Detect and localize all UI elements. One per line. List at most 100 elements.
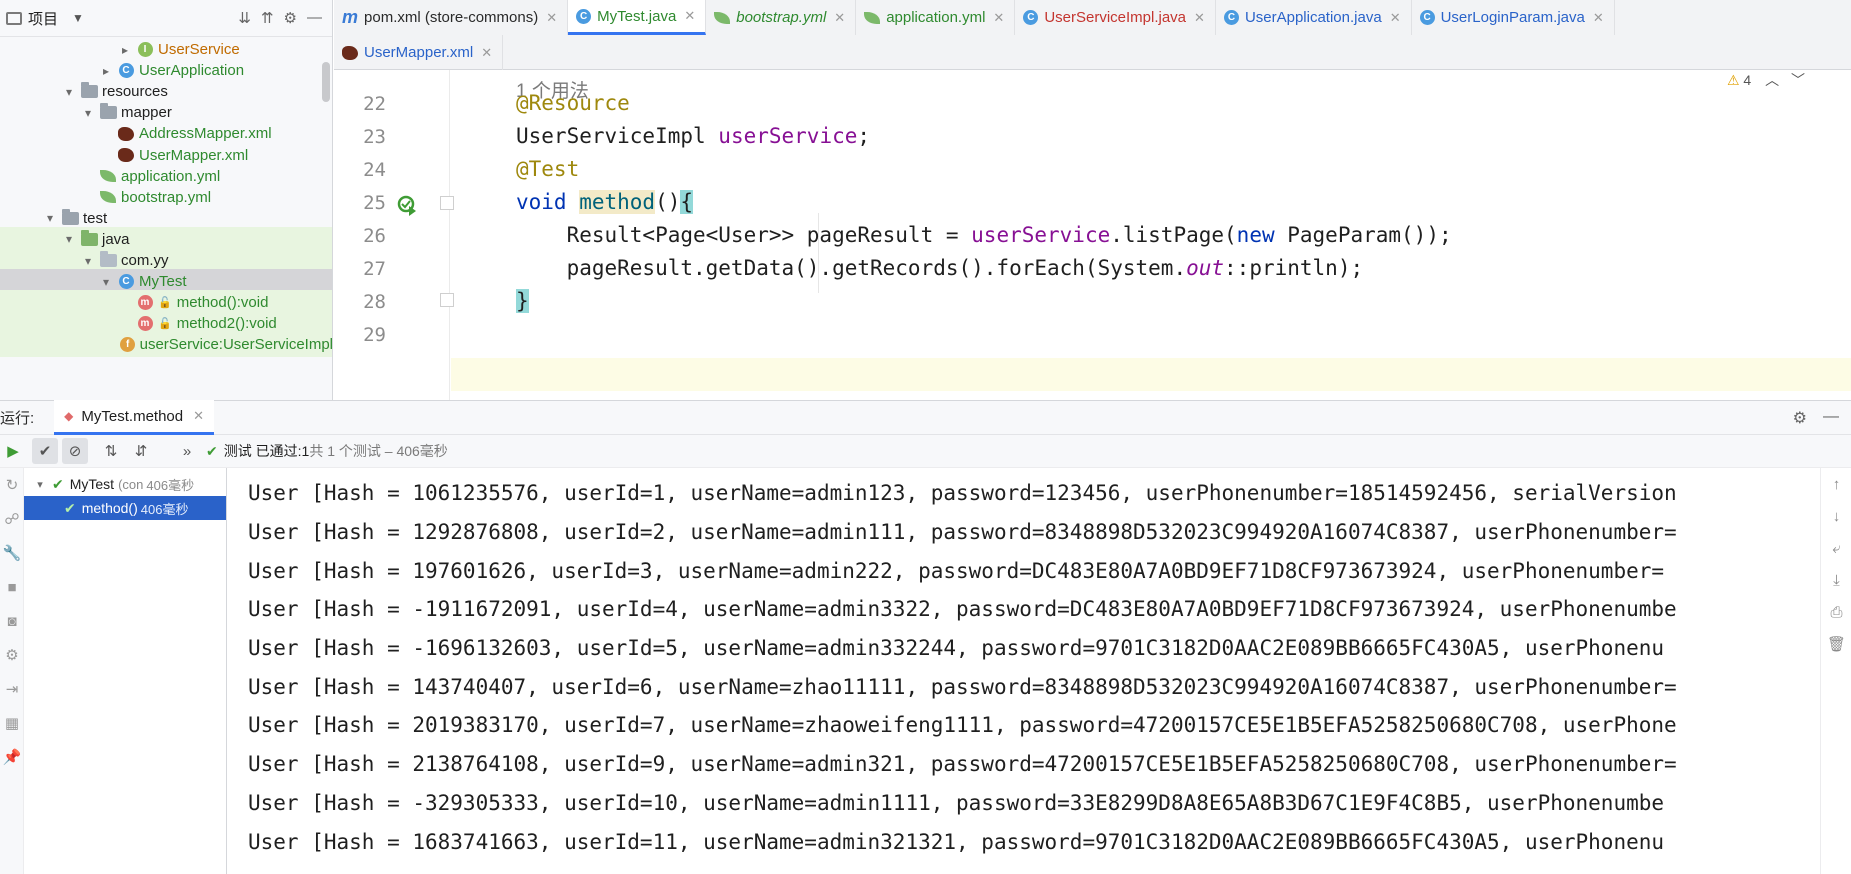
- chevron-down-icon[interactable]: ▼: [72, 11, 84, 25]
- show-passed-icon[interactable]: ✔: [32, 438, 58, 464]
- project-title[interactable]: 项目: [28, 8, 58, 29]
- layout-icon[interactable]: ▦: [0, 706, 24, 740]
- collapse-all-icon[interactable]: ⇈: [261, 9, 274, 27]
- camera-icon[interactable]: ◙: [0, 604, 24, 638]
- sort-alpha-icon[interactable]: ⇅: [98, 438, 124, 464]
- more-icon[interactable]: »: [174, 438, 200, 464]
- gear-icon[interactable]: ⚙: [1793, 408, 1807, 428]
- run-config-tab[interactable]: ◆ MyTest.method ✕: [54, 400, 215, 435]
- expand-arrow-icon[interactable]: ▾: [81, 106, 95, 120]
- trash-icon[interactable]: 🗑: [1821, 628, 1851, 660]
- editor-tab[interactable]: C UserLoginParam.java ✕: [1412, 0, 1615, 35]
- editor-tab[interactable]: UserMapper.xml ✕: [334, 35, 504, 70]
- editor-tab[interactable]: C UserApplication.java ✕: [1216, 0, 1412, 35]
- method-icon: m: [136, 316, 154, 332]
- folder-icon: [61, 208, 79, 226]
- gear-icon[interactable]: ⚙: [284, 9, 297, 27]
- editor-tab-label: UserApplication.java: [1244, 9, 1382, 26]
- expand-arrow-icon[interactable]: ▸: [118, 43, 132, 57]
- console-side-toolbar: ↑ ↓ ⤶ ⤓ ⎙ 🗑: [1820, 468, 1851, 874]
- print-icon[interactable]: ⎙: [1821, 596, 1851, 628]
- close-icon[interactable]: ✕: [1194, 10, 1205, 26]
- close-icon[interactable]: ✕: [1390, 10, 1401, 26]
- settings-icon[interactable]: ⚙: [0, 638, 24, 672]
- editor-tab[interactable]: C MyTest.java ✕: [568, 0, 707, 35]
- rerun-icon[interactable]: ▶: [0, 438, 26, 464]
- run-test-icon[interactable]: [396, 194, 418, 216]
- console-line: User [Hash = -329305333, userId=10, user…: [248, 790, 1665, 815]
- expand-arrow-icon[interactable]: ▾: [43, 211, 57, 225]
- arrow-down-icon[interactable]: ↓: [1821, 500, 1851, 532]
- method-icon: m: [136, 295, 154, 311]
- fold-marker[interactable]: [440, 293, 454, 307]
- test-tree-item[interactable]: ✔ method() 406毫秒: [24, 496, 226, 520]
- editor-tab[interactable]: m pom.xml (store-commons) ✕: [334, 0, 569, 35]
- tree-item-label: com.yy: [121, 252, 169, 269]
- project-header: 项目 ▼ ⇊ ⇈ ⚙ —: [0, 0, 332, 37]
- editor-tab[interactable]: application.yml ✕: [856, 0, 1016, 35]
- project-header-tools: ⇊ ⇈ ⚙ —: [238, 9, 332, 27]
- editor-tab[interactable]: bootstrap.yml ✕: [706, 0, 857, 35]
- stop-icon[interactable]: ■: [0, 570, 24, 604]
- code-text: ;: [857, 124, 871, 148]
- expand-arrow-icon[interactable]: ▾: [62, 85, 76, 99]
- console-output[interactable]: User [Hash = 1061235576, userId=1, userN…: [228, 468, 1820, 874]
- soft-wrap-icon[interactable]: ⤶: [1821, 532, 1851, 564]
- editor-tab-label: pom.xml (store-commons): [364, 9, 539, 26]
- close-icon[interactable]: ✕: [1593, 10, 1604, 26]
- code-text: PageParam());: [1274, 223, 1452, 247]
- expand-arrow-icon[interactable]: ▾: [99, 275, 113, 289]
- annotation: @Resource: [516, 91, 630, 115]
- rerun-failed-icon[interactable]: ↻: [0, 468, 24, 502]
- close-icon[interactable]: ✕: [684, 8, 695, 24]
- tree-item-label: UserMapper.xml: [139, 146, 249, 164]
- expand-arrow-icon[interactable]: ▾: [32, 478, 48, 491]
- visibility-icon: 🔓: [158, 297, 172, 310]
- code-editor[interactable]: 22 23 24 25 26 27 28 29 1 个用法 ⚠ 4 ︿ ﹀ @Resource…: [334, 70, 1851, 400]
- yml-icon: [99, 189, 117, 205]
- expand-arrow-icon[interactable]: ▾: [81, 254, 95, 268]
- static-field: out: [1186, 256, 1225, 280]
- chevron-up-icon[interactable]: ︿: [1765, 72, 1779, 88]
- minimize-icon[interactable]: —: [307, 9, 322, 27]
- line-number: 28: [363, 291, 386, 313]
- show-ignored-icon[interactable]: ⊘: [62, 438, 88, 464]
- close-icon[interactable]: ✕: [481, 45, 492, 61]
- editor-tab[interactable]: C UserServiceImpl.java ✕: [1015, 0, 1216, 35]
- inspection-widget[interactable]: ⚠ 4 ︿ ﹀: [1727, 70, 1805, 90]
- tree-item-label: java: [102, 230, 130, 248]
- minimize-icon[interactable]: —: [1823, 408, 1839, 428]
- folder-icon: [80, 82, 98, 100]
- project-tool-window: 项目 ▼ ⇊ ⇈ ⚙ — ▸ I UserService ▸ C UserApplicat…: [0, 0, 333, 400]
- export-icon[interactable]: ⇥: [0, 672, 24, 706]
- editor-gutter: 22 23 24 25 26 27 28 29: [334, 70, 450, 400]
- package-icon: [99, 251, 117, 269]
- close-icon[interactable]: ✕: [546, 10, 557, 26]
- close-icon[interactable]: ✕: [993, 10, 1004, 26]
- code-text: Result<Page<User>> pageResult =: [516, 223, 972, 247]
- chevron-down-icon[interactable]: ﹀: [1791, 72, 1805, 88]
- expand-all-icon[interactable]: ⇊: [238, 9, 251, 27]
- project-scrollbar[interactable]: [322, 62, 330, 102]
- class-icon: C: [1023, 10, 1039, 25]
- tree-item[interactable]: f userService:UserServiceImpl: [0, 332, 332, 358]
- fold-marker[interactable]: [440, 196, 454, 210]
- expand-arrow-icon[interactable]: ▸: [99, 64, 113, 78]
- arrow-up-icon[interactable]: ↑: [1821, 468, 1851, 500]
- debug-icon[interactable]: ☍: [0, 502, 24, 536]
- close-icon[interactable]: ✕: [193, 408, 204, 424]
- project-view-icon[interactable]: [6, 11, 22, 25]
- pin-icon[interactable]: 📌: [0, 740, 24, 774]
- editor-tab-row: UserMapper.xml ✕: [334, 35, 504, 70]
- scroll-to-end-icon[interactable]: ⤓: [1821, 564, 1851, 596]
- wrench-icon[interactable]: 🔧: [0, 536, 24, 570]
- folder-icon: [99, 103, 117, 121]
- tree-item-label: UserService: [158, 41, 240, 58]
- close-icon[interactable]: ✕: [834, 10, 845, 26]
- class-icon: C: [1419, 10, 1435, 25]
- sort-duration-icon[interactable]: ⇵: [128, 438, 154, 464]
- expand-arrow-icon[interactable]: ▾: [62, 232, 76, 246]
- test-tree-item[interactable]: ▾ ✔ MyTest (con 406毫秒: [24, 472, 226, 496]
- field-name: userService: [971, 223, 1111, 247]
- editor-tab-label: UserServiceImpl.java: [1044, 9, 1187, 26]
